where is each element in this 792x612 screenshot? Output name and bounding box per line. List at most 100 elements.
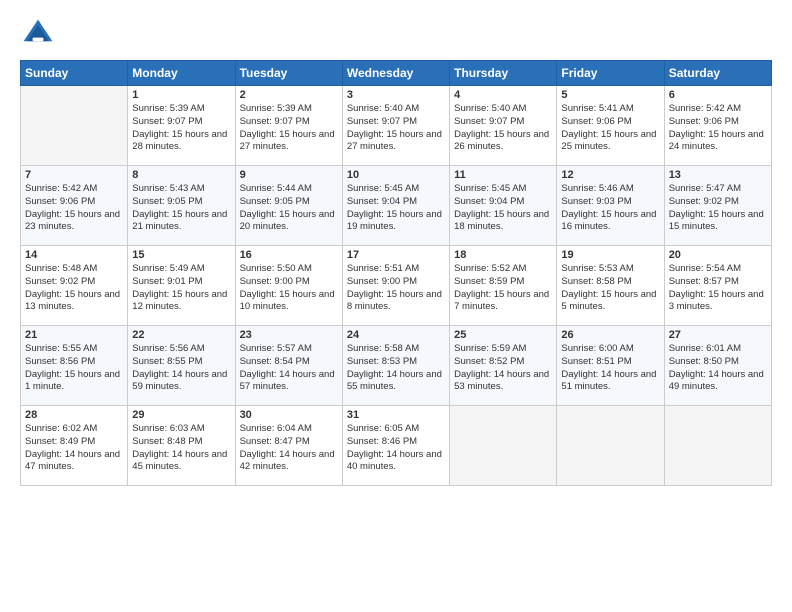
day-info: Sunrise: 6:03 AM Sunset: 8:48 PM Dayligh… bbox=[132, 423, 230, 474]
calendar-cell: 10 Sunrise: 5:45 AM Sunset: 9:04 PM Dayli… bbox=[342, 166, 449, 246]
day-info: Sunrise: 5:42 AM Sunset: 9:06 PM Dayligh… bbox=[25, 183, 123, 234]
day-number: 31 bbox=[347, 409, 445, 421]
day-number: 26 bbox=[561, 329, 659, 341]
calendar-cell: 19 Sunrise: 5:53 AM Sunset: 8:58 PM Dayli… bbox=[557, 246, 664, 326]
weekday-saturday: Saturday bbox=[664, 61, 771, 86]
day-number: 24 bbox=[347, 329, 445, 341]
day-number: 8 bbox=[132, 169, 230, 181]
day-info: Sunrise: 5:43 AM Sunset: 9:05 PM Dayligh… bbox=[132, 183, 230, 234]
calendar-cell: 4 Sunrise: 5:40 AM Sunset: 9:07 PM Daylig… bbox=[450, 86, 557, 166]
calendar-cell: 14 Sunrise: 5:48 AM Sunset: 9:02 PM Dayli… bbox=[21, 246, 128, 326]
day-info: Sunrise: 5:48 AM Sunset: 9:02 PM Dayligh… bbox=[25, 263, 123, 314]
day-info: Sunrise: 5:59 AM Sunset: 8:52 PM Dayligh… bbox=[454, 343, 552, 394]
day-number: 11 bbox=[454, 169, 552, 181]
calendar-cell: 22Sunrise: 5:56 AM Sunset: 8:55 PM Dayli… bbox=[128, 326, 235, 406]
calendar-cell bbox=[664, 406, 771, 486]
week-row-4: 21 Sunrise: 5:55 AM Sunset: 8:56 PM Dayli… bbox=[21, 326, 772, 406]
day-info: Sunrise: 6:01 AM Sunset: 8:50 PM Dayligh… bbox=[669, 343, 767, 394]
calendar-cell: 26 Sunrise: 6:00 AM Sunset: 8:51 PM Dayli… bbox=[557, 326, 664, 406]
day-number: 20 bbox=[669, 249, 767, 261]
day-info: Sunrise: 6:02 AM Sunset: 8:49 PM Dayligh… bbox=[25, 423, 123, 474]
day-info: Sunrise: 5:51 AM Sunset: 9:00 PM Dayligh… bbox=[347, 263, 445, 314]
header bbox=[20, 16, 772, 52]
calendar-cell: 6 Sunrise: 5:42 AM Sunset: 9:06 PM Daylig… bbox=[664, 86, 771, 166]
day-info: Sunrise: 5:42 AM Sunset: 9:06 PM Dayligh… bbox=[669, 103, 767, 154]
day-number: 25 bbox=[454, 329, 552, 341]
day-number: 17 bbox=[347, 249, 445, 261]
day-info: Sunrise: 5:39 AM Sunset: 9:07 PM Dayligh… bbox=[240, 103, 338, 154]
week-row-1: 1 Sunrise: 5:39 AM Sunset: 9:07 PM Daylig… bbox=[21, 86, 772, 166]
day-info: Sunrise: 6:05 AM Sunset: 8:46 PM Dayligh… bbox=[347, 423, 445, 474]
day-info: Sunrise: 5:58 AM Sunset: 8:53 PM Dayligh… bbox=[347, 343, 445, 394]
weekday-monday: Monday bbox=[128, 61, 235, 86]
day-info: Sunrise: 5:41 AM Sunset: 9:06 PM Dayligh… bbox=[561, 103, 659, 154]
day-number: 12 bbox=[561, 169, 659, 181]
calendar-cell: 17 Sunrise: 5:51 AM Sunset: 9:00 PM Dayli… bbox=[342, 246, 449, 326]
day-info: Sunrise: 5:40 AM Sunset: 9:07 PM Dayligh… bbox=[454, 103, 552, 154]
day-number: 6 bbox=[669, 89, 767, 101]
day-number: 19 bbox=[561, 249, 659, 261]
day-info: Sunrise: 5:45 AM Sunset: 9:04 PM Dayligh… bbox=[347, 183, 445, 234]
day-number: 21 bbox=[25, 329, 123, 341]
day-number: 22 bbox=[132, 329, 230, 341]
calendar-cell: 15Sunrise: 5:49 AM Sunset: 9:01 PM Dayli… bbox=[128, 246, 235, 326]
day-info: Sunrise: 5:55 AM Sunset: 8:56 PM Dayligh… bbox=[25, 343, 123, 394]
calendar-cell: 1 Sunrise: 5:39 AM Sunset: 9:07 PM Daylig… bbox=[128, 86, 235, 166]
logo-icon bbox=[20, 16, 56, 52]
calendar-cell: 5 Sunrise: 5:41 AM Sunset: 9:06 PM Daylig… bbox=[557, 86, 664, 166]
page: SundayMondayTuesdayWednesdayThursdayFrid… bbox=[0, 0, 792, 496]
day-info: Sunrise: 5:47 AM Sunset: 9:02 PM Dayligh… bbox=[669, 183, 767, 234]
calendar-cell: 29 Sunrise: 6:03 AM Sunset: 8:48 PM Dayli… bbox=[128, 406, 235, 486]
day-number: 23 bbox=[240, 329, 338, 341]
calendar-cell bbox=[21, 86, 128, 166]
day-info: Sunrise: 6:00 AM Sunset: 8:51 PM Dayligh… bbox=[561, 343, 659, 394]
calendar-cell: 3 Sunrise: 5:40 AM Sunset: 9:07 PM Daylig… bbox=[342, 86, 449, 166]
calendar-cell: 13Sunrise: 5:47 AM Sunset: 9:02 PM Dayli… bbox=[664, 166, 771, 246]
weekday-friday: Friday bbox=[557, 61, 664, 86]
calendar-cell: 16Sunrise: 5:50 AM Sunset: 9:00 PM Dayli… bbox=[235, 246, 342, 326]
calendar-cell: 7 Sunrise: 5:42 AM Sunset: 9:06 PM Daylig… bbox=[21, 166, 128, 246]
day-info: Sunrise: 5:52 AM Sunset: 8:59 PM Dayligh… bbox=[454, 263, 552, 314]
calendar-cell: 11Sunrise: 5:45 AM Sunset: 9:04 PM Dayli… bbox=[450, 166, 557, 246]
day-number: 10 bbox=[347, 169, 445, 181]
day-number: 29 bbox=[132, 409, 230, 421]
calendar-cell: 31 Sunrise: 6:05 AM Sunset: 8:46 PM Dayli… bbox=[342, 406, 449, 486]
day-info: Sunrise: 5:53 AM Sunset: 8:58 PM Dayligh… bbox=[561, 263, 659, 314]
weekday-header-row: SundayMondayTuesdayWednesdayThursdayFrid… bbox=[21, 61, 772, 86]
day-info: Sunrise: 5:50 AM Sunset: 9:00 PM Dayligh… bbox=[240, 263, 338, 314]
calendar-cell: 25 Sunrise: 5:59 AM Sunset: 8:52 PM Dayli… bbox=[450, 326, 557, 406]
day-number: 1 bbox=[132, 89, 230, 101]
day-number: 3 bbox=[347, 89, 445, 101]
weekday-wednesday: Wednesday bbox=[342, 61, 449, 86]
day-number: 15 bbox=[132, 249, 230, 261]
day-info: Sunrise: 5:46 AM Sunset: 9:03 PM Dayligh… bbox=[561, 183, 659, 234]
week-row-5: 28 Sunrise: 6:02 AM Sunset: 8:49 PM Dayli… bbox=[21, 406, 772, 486]
calendar-cell: 9 Sunrise: 5:44 AM Sunset: 9:05 PM Daylig… bbox=[235, 166, 342, 246]
calendar-cell bbox=[557, 406, 664, 486]
weekday-sunday: Sunday bbox=[21, 61, 128, 86]
week-row-3: 14 Sunrise: 5:48 AM Sunset: 9:02 PM Dayli… bbox=[21, 246, 772, 326]
day-number: 9 bbox=[240, 169, 338, 181]
calendar-cell: 30Sunrise: 6:04 AM Sunset: 8:47 PM Dayli… bbox=[235, 406, 342, 486]
week-row-2: 7 Sunrise: 5:42 AM Sunset: 9:06 PM Daylig… bbox=[21, 166, 772, 246]
day-number: 7 bbox=[25, 169, 123, 181]
calendar-cell: 23 Sunrise: 5:57 AM Sunset: 8:54 PM Dayli… bbox=[235, 326, 342, 406]
calendar-cell: 2 Sunrise: 5:39 AM Sunset: 9:07 PM Daylig… bbox=[235, 86, 342, 166]
calendar-cell: 27Sunrise: 6:01 AM Sunset: 8:50 PM Dayli… bbox=[664, 326, 771, 406]
day-number: 5 bbox=[561, 89, 659, 101]
day-info: Sunrise: 5:44 AM Sunset: 9:05 PM Dayligh… bbox=[240, 183, 338, 234]
calendar-cell: 12 Sunrise: 5:46 AM Sunset: 9:03 PM Dayli… bbox=[557, 166, 664, 246]
weekday-thursday: Thursday bbox=[450, 61, 557, 86]
calendar-cell: 20Sunrise: 5:54 AM Sunset: 8:57 PM Dayli… bbox=[664, 246, 771, 326]
day-info: Sunrise: 5:40 AM Sunset: 9:07 PM Dayligh… bbox=[347, 103, 445, 154]
day-info: Sunrise: 6:04 AM Sunset: 8:47 PM Dayligh… bbox=[240, 423, 338, 474]
calendar-cell: 24 Sunrise: 5:58 AM Sunset: 8:53 PM Dayli… bbox=[342, 326, 449, 406]
calendar-cell: 21 Sunrise: 5:55 AM Sunset: 8:56 PM Dayli… bbox=[21, 326, 128, 406]
day-info: Sunrise: 5:57 AM Sunset: 8:54 PM Dayligh… bbox=[240, 343, 338, 394]
day-number: 28 bbox=[25, 409, 123, 421]
day-number: 14 bbox=[25, 249, 123, 261]
calendar-cell bbox=[450, 406, 557, 486]
day-number: 4 bbox=[454, 89, 552, 101]
day-number: 2 bbox=[240, 89, 338, 101]
day-info: Sunrise: 5:39 AM Sunset: 9:07 PM Dayligh… bbox=[132, 103, 230, 154]
